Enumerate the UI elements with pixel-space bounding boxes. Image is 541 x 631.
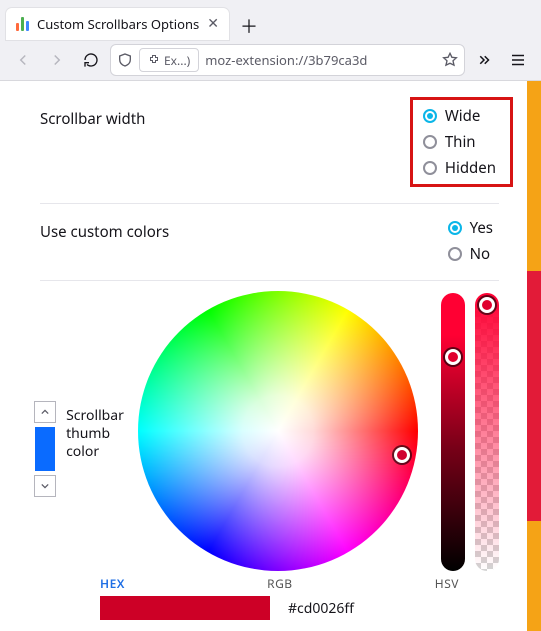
extension-chip-label: Ex...) — [164, 52, 190, 69]
shield-icon — [117, 52, 133, 68]
radio-icon — [448, 247, 462, 261]
value-slider-handle[interactable] — [445, 349, 461, 365]
radio-label: Yes — [470, 218, 493, 238]
current-swatch[interactable] — [35, 427, 55, 471]
custom-scrollbar-thumb[interactable] — [527, 271, 541, 521]
custom-colors-label: Use custom colors — [40, 218, 169, 242]
back-button[interactable] — [8, 45, 38, 75]
radio-option-yes[interactable]: Yes — [448, 218, 493, 238]
picker-label: Scrollbar thumb color — [64, 407, 124, 462]
picker-label-line: thumb — [66, 425, 124, 443]
alpha-slider-handle[interactable] — [479, 297, 495, 313]
new-tab-button[interactable]: ＋ — [235, 12, 263, 40]
section-scrollbar-width: Scrollbar width Wide Thin Hidden — [40, 91, 499, 204]
radio-label: Thin — [445, 132, 476, 152]
picker-left-column: Scrollbar thumb color — [40, 291, 118, 497]
url-text: moz-extension://3b79ca3d — [205, 51, 367, 69]
tab-rgb[interactable]: RGB — [267, 575, 293, 592]
radio-icon — [423, 135, 437, 149]
radio-icon — [423, 109, 437, 123]
forward-button[interactable] — [42, 45, 72, 75]
overflow-button[interactable] — [469, 45, 499, 75]
scrollbar-width-option-group: Wide Thin Hidden — [410, 97, 513, 187]
swatch-down-button[interactable] — [34, 475, 56, 497]
bookmark-icon[interactable] — [442, 52, 458, 68]
section-custom-colors: Use custom colors Yes No — [40, 204, 499, 281]
value-slider[interactable] — [441, 293, 465, 571]
tab-hex[interactable]: HEX — [100, 575, 125, 592]
color-wheel[interactable] — [138, 291, 418, 571]
reload-button[interactable] — [76, 45, 106, 75]
url-bar[interactable]: Ex...) moz-extension://3b79ca3d — [110, 44, 465, 76]
tab-title: Custom Scrollbars Options — [37, 15, 199, 33]
radio-icon — [448, 221, 462, 235]
picker-label-line: color — [66, 443, 124, 461]
radio-option-thin[interactable]: Thin — [423, 132, 496, 152]
radio-label: Wide — [445, 106, 481, 126]
color-picker-area: Scrollbar thumb color — [40, 281, 499, 571]
close-icon[interactable]: ✕ — [207, 17, 219, 31]
picker-sliders — [437, 291, 499, 571]
tab-hsv[interactable]: HSV — [435, 575, 459, 592]
scrollbar-width-label: Scrollbar width — [40, 105, 145, 129]
swatch-up-button[interactable] — [34, 401, 56, 423]
radio-icon — [423, 161, 437, 175]
color-wheel-handle[interactable] — [394, 447, 410, 463]
options-page: Scrollbar width Wide Thin Hidden — [0, 81, 527, 631]
radio-label: No — [470, 244, 490, 264]
hex-value-text[interactable]: #cd0026ff — [288, 599, 354, 618]
browser-toolbar: Ex...) moz-extension://3b79ca3d — [0, 40, 541, 81]
page-viewport: Scrollbar width Wide Thin Hidden — [0, 81, 541, 631]
radio-option-hidden[interactable]: Hidden — [423, 158, 496, 178]
extension-favicon — [16, 17, 29, 31]
radio-label: Hidden — [445, 158, 496, 178]
picker-main — [122, 291, 433, 571]
custom-colors-option-group: Yes No — [448, 218, 499, 264]
menu-button[interactable] — [503, 45, 533, 75]
tab-strip: Custom Scrollbars Options ✕ ＋ — [0, 0, 541, 40]
picker-label-line: Scrollbar — [66, 407, 124, 425]
hex-sample-swatch — [100, 596, 270, 620]
swatch-stepper — [34, 401, 56, 497]
color-format-tabs: HEX RGB HSV — [40, 571, 499, 592]
tab-active[interactable]: Custom Scrollbars Options ✕ — [6, 8, 229, 40]
extension-chip[interactable]: Ex...) — [139, 48, 199, 72]
radio-option-wide[interactable]: Wide — [423, 106, 496, 126]
hex-value-row: #cd0026ff — [40, 596, 499, 620]
alpha-slider[interactable] — [475, 293, 499, 571]
radio-option-no[interactable]: No — [448, 244, 493, 264]
